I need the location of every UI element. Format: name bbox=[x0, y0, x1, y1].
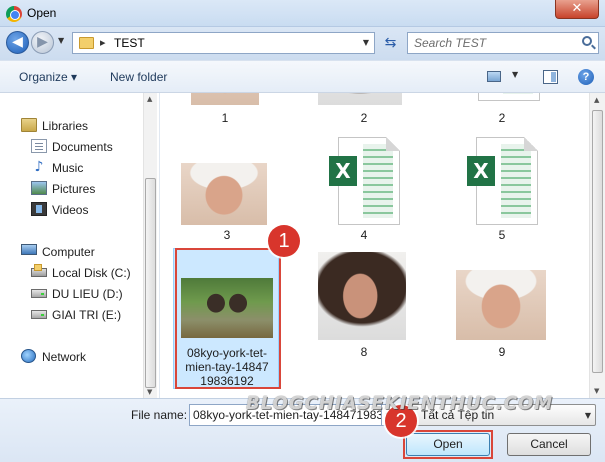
scroll-up-icon[interactable]: ▲ bbox=[594, 96, 599, 104]
address-dropdown-icon[interactable]: ▼ bbox=[358, 33, 374, 53]
back-button[interactable]: ◀ bbox=[6, 31, 29, 54]
file-label: 1 bbox=[221, 111, 229, 125]
breadcrumb-test[interactable]: TEST bbox=[114, 36, 145, 50]
cancel-button[interactable]: Cancel bbox=[507, 433, 591, 456]
nav-label: Network bbox=[42, 350, 87, 364]
search-box[interactable] bbox=[407, 32, 599, 54]
breadcrumb-separator[interactable]: ▸ bbox=[100, 36, 106, 49]
file-label: 5 bbox=[498, 228, 506, 242]
scroll-thumb[interactable] bbox=[145, 178, 156, 388]
file-label: 4 bbox=[360, 228, 368, 242]
computer-icon bbox=[21, 244, 37, 255]
recent-pages-dropdown[interactable]: ▼ bbox=[58, 36, 64, 45]
drive-icon bbox=[31, 310, 47, 319]
refresh-icon[interactable]: ⇆ bbox=[378, 32, 403, 54]
music-note-icon: ♪ bbox=[34, 159, 44, 175]
nav-label: DU LIEU (D:) bbox=[52, 287, 123, 301]
help-icon[interactable]: ? bbox=[578, 69, 594, 85]
file-label: 9 bbox=[498, 345, 506, 359]
view-dropdown-icon[interactable]: ▼ bbox=[512, 70, 518, 79]
excel-icon: X bbox=[329, 156, 357, 186]
pictures-icon bbox=[31, 181, 47, 195]
search-input[interactable] bbox=[414, 34, 574, 52]
file-label: 2 bbox=[360, 111, 368, 125]
image-thumbnail bbox=[456, 270, 546, 340]
scroll-down-icon[interactable]: ▼ bbox=[594, 387, 599, 395]
title-bar: Open ✕ bbox=[0, 0, 605, 27]
nav-label: Local Disk (C:) bbox=[52, 266, 131, 280]
file-label: 8 bbox=[360, 345, 368, 359]
window-title: Open bbox=[27, 6, 57, 20]
excel-file-icon: X bbox=[329, 137, 400, 225]
search-icon[interactable] bbox=[582, 36, 592, 46]
address-row: ◀ ▶ ▼ ▸ TEST ▼ ⇆ bbox=[0, 27, 605, 60]
excel-file-icon: X bbox=[467, 137, 538, 225]
image-thumbnail bbox=[181, 163, 267, 225]
network-icon bbox=[21, 349, 36, 363]
file-type-select[interactable]: Tất cả Tệp tin ▼ bbox=[398, 404, 596, 426]
documents-icon bbox=[31, 139, 47, 153]
step-2-badge: 2 bbox=[385, 405, 417, 437]
scroll-down-icon[interactable]: ▼ bbox=[147, 388, 152, 396]
scroll-thumb[interactable] bbox=[592, 110, 603, 373]
nav-label: Computer bbox=[42, 245, 95, 259]
file-type-value: Tất cả Tệp tin bbox=[421, 408, 495, 422]
image-thumbnail bbox=[318, 93, 402, 105]
navigation-pane: Libraries Documents ♪ Music Pictures Vid… bbox=[0, 93, 160, 398]
nav-label: Pictures bbox=[52, 182, 96, 196]
folder-icon bbox=[79, 37, 94, 49]
nav-label: Documents bbox=[52, 140, 113, 154]
excel-file-icon bbox=[478, 93, 540, 101]
command-bar: Organize ▾ New folder ▼ ? bbox=[0, 60, 605, 93]
change-view-icon[interactable] bbox=[487, 71, 501, 82]
chrome-icon bbox=[6, 6, 22, 22]
file-name-label: File name: bbox=[131, 408, 188, 422]
chevron-down-icon: ▼ bbox=[584, 411, 591, 420]
preview-pane-icon[interactable] bbox=[543, 70, 558, 84]
nav-label: GIAI TRI (E:) bbox=[52, 308, 122, 322]
local-disk-icon bbox=[31, 264, 47, 277]
image-thumbnail bbox=[318, 252, 406, 340]
videos-icon bbox=[31, 202, 47, 216]
nav-label: Videos bbox=[52, 203, 89, 217]
file-list-scrollbar[interactable]: ▲ ▼ bbox=[589, 93, 605, 398]
file-name-field[interactable] bbox=[189, 404, 382, 426]
drive-icon bbox=[31, 289, 47, 298]
close-button[interactable]: ✕ bbox=[555, 0, 599, 19]
scroll-up-icon[interactable]: ▲ bbox=[147, 95, 152, 103]
forward-button[interactable]: ▶ bbox=[31, 31, 54, 54]
nav-label: Music bbox=[52, 161, 84, 175]
new-folder-button[interactable]: New folder bbox=[110, 70, 167, 84]
address-bar[interactable]: ▸ TEST ▼ bbox=[72, 32, 375, 54]
file-name-input[interactable] bbox=[193, 406, 381, 424]
image-thumbnail bbox=[191, 93, 259, 105]
nav-label: Libraries bbox=[42, 119, 89, 133]
step-1-badge: 1 bbox=[268, 225, 300, 257]
file-name-bar: File name: ▼ Tất cả Tệp tin ▼ Open Cance… bbox=[0, 398, 605, 462]
excel-icon: X bbox=[467, 156, 495, 186]
navigation-scrollbar[interactable]: ▲ ▼ bbox=[143, 93, 157, 398]
organize-button[interactable]: Organize ▾ bbox=[19, 70, 77, 84]
selection-annotation-box bbox=[175, 248, 281, 389]
libraries-icon bbox=[21, 118, 37, 132]
file-label: 2 bbox=[498, 111, 506, 125]
file-label: 3 bbox=[223, 228, 231, 242]
file-list: 1 2 2 3 X 4 X 5 08kyo-york-tet-mien-tay-… bbox=[161, 93, 605, 398]
open-annotation-box bbox=[403, 430, 493, 459]
